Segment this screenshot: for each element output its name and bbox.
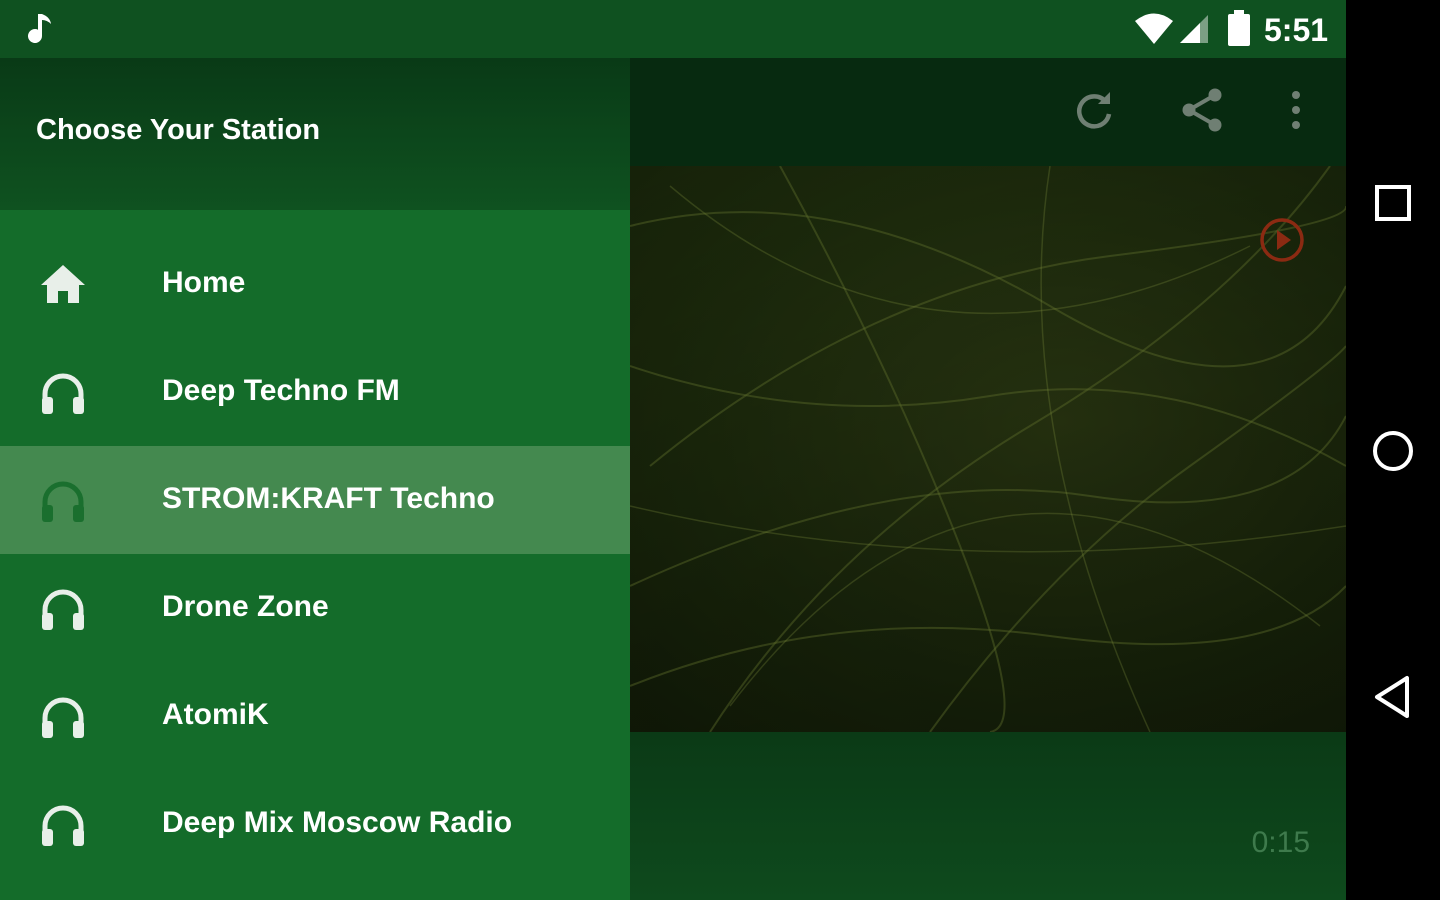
menu-item-label: AtomiK (162, 698, 269, 731)
refresh-icon (1072, 88, 1116, 137)
toolbar (630, 58, 1346, 166)
cell-signal-icon (1178, 13, 1210, 50)
navigation-drawer: Choose Your Station Home Deep Techno FM … (0, 58, 630, 900)
menu-item-label: Drone Zone (162, 590, 329, 623)
menu-item-label: STROM:KRAFT Techno (162, 482, 495, 515)
play-button[interactable] (1258, 216, 1306, 269)
status-clock: 5:51 (1264, 12, 1329, 48)
share-button[interactable] (1176, 86, 1228, 138)
home-button[interactable] (1368, 426, 1418, 476)
home-icon (38, 262, 88, 306)
wifi-icon (1134, 12, 1174, 51)
share-icon (1179, 86, 1225, 139)
elapsed-time: 0:15 (1251, 826, 1310, 859)
menu-item-atomik[interactable]: AtomiK (0, 662, 630, 770)
refresh-button[interactable] (1068, 86, 1120, 138)
circle-icon (1373, 431, 1413, 471)
drawer-header: Choose Your Station (0, 58, 630, 210)
headphones-icon (38, 586, 88, 630)
music-note-icon (28, 12, 54, 51)
headphones-icon (38, 802, 88, 846)
menu-item-deep-techno-fm[interactable]: Deep Techno FM (0, 338, 630, 446)
menu-item-drone-zone[interactable]: Drone Zone (0, 554, 630, 662)
menu-item-label: Deep Mix Moscow Radio (162, 806, 513, 839)
play-circle-icon (1260, 218, 1304, 262)
menu-item-label: Home (162, 266, 246, 299)
back-button[interactable] (1368, 672, 1418, 722)
status-bar: 5:51 (0, 0, 1346, 58)
player-controls: 0:15 (630, 732, 1346, 900)
more-vert-icon (1290, 90, 1302, 135)
menu-item-strom-kraft-techno[interactable]: STROM:KRAFT Techno (0, 446, 630, 554)
album-artwork (630, 166, 1346, 732)
menu-item-home[interactable]: Home (0, 230, 630, 338)
headphones-icon (38, 478, 88, 522)
drawer-title: Choose Your Station (36, 114, 321, 146)
recent-apps-button[interactable] (1368, 178, 1418, 228)
headphones-icon (38, 694, 88, 738)
system-navigation-bar (1346, 0, 1440, 900)
more-options-button[interactable] (1270, 86, 1322, 138)
station-list: Home Deep Techno FM STROM:KRAFT Techno D… (0, 230, 630, 878)
now-playing-screen: 0:15 (630, 58, 1346, 900)
square-icon (1375, 185, 1411, 221)
menu-item-deep-mix-moscow-radio[interactable]: Deep Mix Moscow Radio (0, 770, 630, 878)
back-triangle-icon (1375, 676, 1409, 718)
battery-icon (1226, 10, 1252, 53)
headphones-icon (38, 370, 88, 414)
menu-item-label: Deep Techno FM (162, 374, 400, 407)
